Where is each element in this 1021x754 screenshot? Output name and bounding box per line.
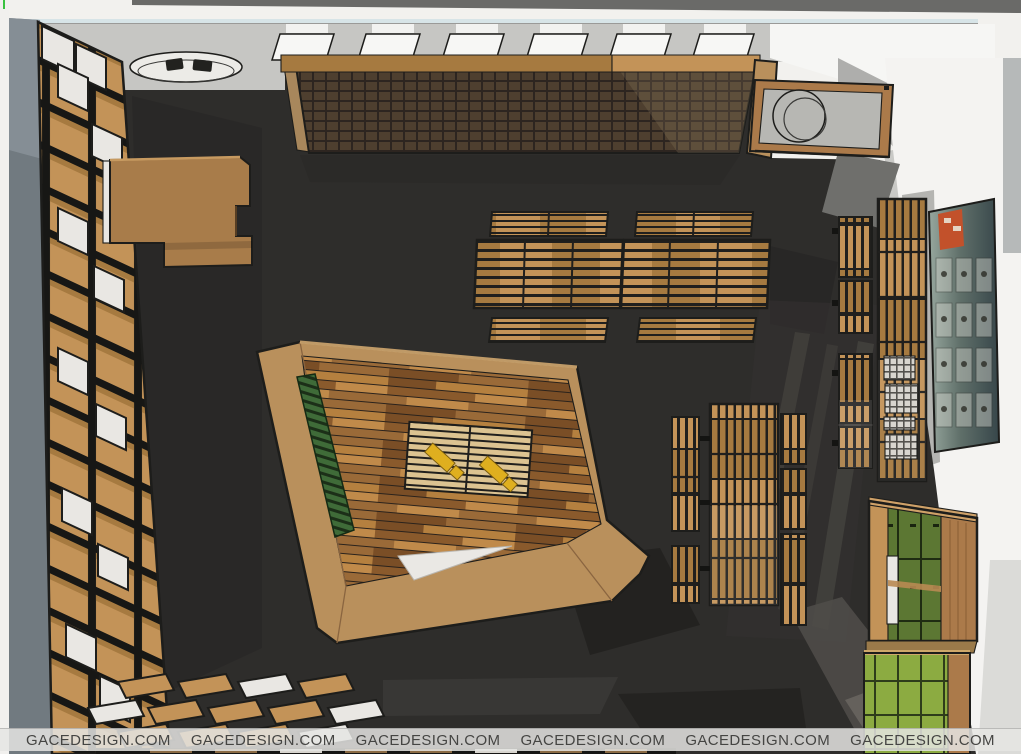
green-locker-upper (869, 497, 977, 641)
white-door (887, 556, 898, 624)
woven-basket (885, 384, 918, 413)
platform-table (405, 422, 532, 497)
tabletop-object (192, 59, 212, 72)
render-artifact (3, 0, 5, 9)
canopy-top-rail (281, 55, 612, 72)
tabletop-object (165, 58, 183, 71)
watermark-text: GACEDESIGN.COM (191, 732, 336, 749)
window-light-line (28, 19, 978, 23)
bench (781, 414, 806, 464)
left-margin (0, 0, 9, 754)
bench (672, 417, 699, 531)
watermark-text: GACEDESIGN.COM (685, 732, 830, 749)
woven-basket (884, 417, 915, 430)
bench (781, 534, 806, 625)
woven-basket (885, 434, 917, 459)
dining-set-a (474, 212, 623, 342)
bench (672, 546, 699, 603)
bench (637, 318, 756, 342)
wall-counter (750, 80, 893, 157)
bench (839, 281, 872, 333)
table (621, 240, 770, 308)
watermark-text: GACEDESIGN.COM (26, 732, 171, 749)
watermark-text: GACEDESIGN.COM (850, 732, 995, 749)
bench (489, 318, 608, 342)
right-wall-gray-strip (1003, 58, 1021, 253)
table (474, 240, 623, 308)
dining-set-b (621, 212, 770, 342)
side-table-column (878, 199, 926, 481)
watermark-bar: GACEDESIGN.COM GACEDESIGN.COM GACEDESIGN… (0, 728, 1021, 751)
slatted-canopy-panel (281, 55, 777, 158)
wall-poster (929, 199, 999, 452)
scene (0, 0, 1021, 754)
vertical-dining-set (672, 404, 806, 625)
interior-render-canvas: GACEDESIGN.COM GACEDESIGN.COM GACEDESIGN… (0, 0, 1021, 754)
woven-basket (884, 356, 915, 380)
watermark-text: GACEDESIGN.COM (356, 732, 501, 749)
round-table (130, 52, 242, 82)
bench (781, 469, 806, 529)
watermark-text: GACEDESIGN.COM (520, 732, 665, 749)
cabinet-wood-side (941, 512, 977, 641)
bench (839, 217, 872, 277)
